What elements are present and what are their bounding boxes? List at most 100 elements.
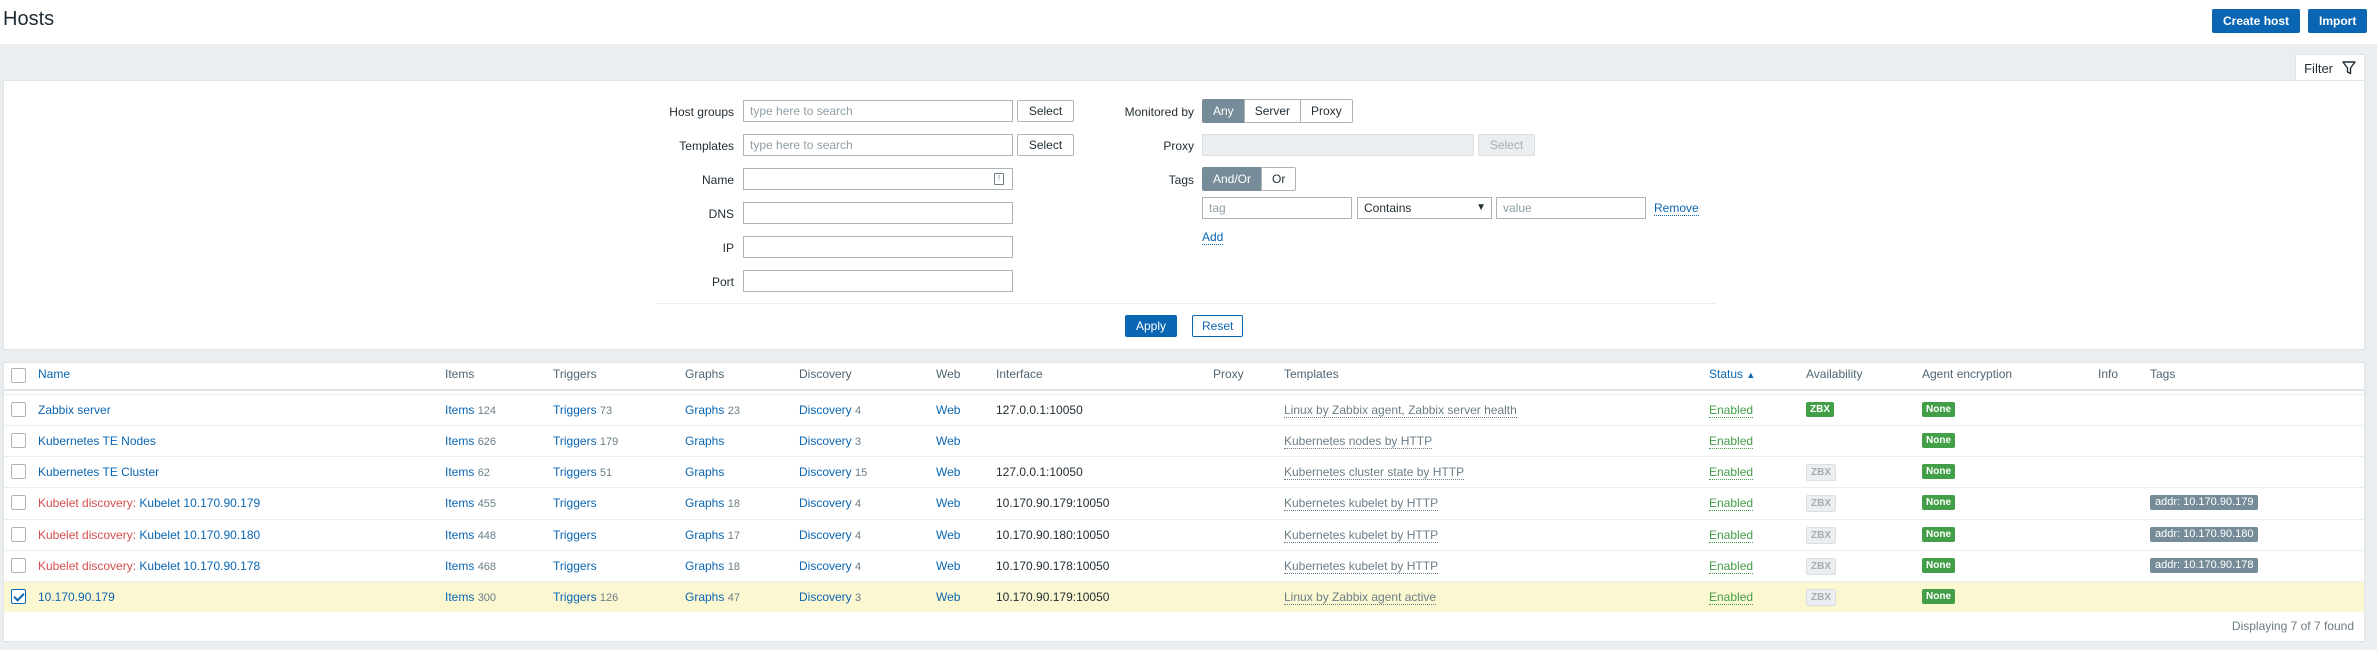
items-link[interactable]: Items <box>445 496 474 510</box>
host-tag[interactable]: addr: 10.170.90.179 <box>2150 495 2259 510</box>
web-link[interactable]: Web <box>936 559 960 573</box>
discovery-link[interactable]: Discovery <box>799 496 852 510</box>
graphs-link[interactable]: Graphs <box>685 434 724 448</box>
items-link[interactable]: Items <box>445 559 474 573</box>
discovery-rule-link[interactable]: Kubelet discovery <box>38 496 133 510</box>
host-name-link[interactable]: Kubernetes TE Cluster <box>38 465 159 479</box>
status-toggle[interactable]: Enabled <box>1709 403 1754 418</box>
status-toggle[interactable]: Enabled <box>1709 528 1754 543</box>
tag-add-link[interactable]: Add <box>1202 231 1224 245</box>
reset-button[interactable]: Reset <box>1192 315 1244 337</box>
status-toggle[interactable]: Enabled <box>1709 590 1754 605</box>
template-link[interactable]: Kubernetes cluster state by HTTP <box>1284 465 1465 480</box>
triggers-link[interactable]: Triggers <box>553 590 597 604</box>
tags-and-or[interactable]: And/Or <box>1202 167 1263 191</box>
monitored-by-server[interactable]: Server <box>1243 99 1302 123</box>
status-toggle[interactable]: Enabled <box>1709 434 1754 449</box>
templates-input[interactable] <box>743 134 1013 156</box>
row-checkbox[interactable] <box>11 558 26 573</box>
tag-remove-link[interactable]: Remove <box>1654 202 1699 216</box>
discovery-link[interactable]: Discovery <box>799 403 852 417</box>
status-toggle[interactable]: Enabled <box>1709 465 1754 480</box>
port-input[interactable] <box>743 270 1013 292</box>
import-button[interactable]: Import <box>2308 9 2368 33</box>
templates-select-button[interactable]: Select <box>1017 134 1074 156</box>
web-link[interactable]: Web <box>936 434 960 448</box>
host-name-link[interactable]: 10.170.90.179 <box>38 590 115 604</box>
template-link[interactable]: Linux by Zabbix agent, Zabbix server hea… <box>1284 403 1517 418</box>
host-tag[interactable]: addr: 10.170.90.180 <box>2150 527 2259 542</box>
column-header-name[interactable]: Name <box>38 367 70 381</box>
tag-name-input[interactable] <box>1202 197 1352 219</box>
host-name-link[interactable]: Kubelet 10.170.90.180 <box>139 528 260 542</box>
discovery-link[interactable]: Discovery <box>799 434 852 448</box>
web-link[interactable]: Web <box>936 528 960 542</box>
items-link[interactable]: Items <box>445 465 474 479</box>
template-link[interactable]: Linux by Zabbix agent active <box>1284 590 1437 605</box>
row-checkbox[interactable] <box>11 589 26 604</box>
template-link[interactable]: Kubernetes kubelet by HTTP <box>1284 559 1439 574</box>
host-name-link[interactable]: Zabbix server <box>38 403 111 417</box>
web-link[interactable]: Web <box>936 465 960 479</box>
items-link[interactable]: Items <box>445 590 474 604</box>
discovery-link[interactable]: Discovery <box>799 590 852 604</box>
graphs-link[interactable]: Graphs <box>685 403 724 417</box>
row-checkbox[interactable] <box>11 527 26 542</box>
items-link[interactable]: Items <box>445 528 474 542</box>
monitored-by-any[interactable]: Any <box>1202 99 1245 123</box>
triggers-link[interactable]: Triggers <box>553 496 597 510</box>
discovery-rule-link[interactable]: Kubelet discovery <box>38 559 133 573</box>
create-host-button[interactable]: Create host <box>2212 9 2301 33</box>
triggers-link[interactable]: Triggers <box>553 403 597 417</box>
host-name-link[interactable]: Kubelet 10.170.90.178 <box>139 559 260 573</box>
column-header-status[interactable]: Status ▲ <box>1709 367 1755 381</box>
template-link[interactable]: Kubernetes kubelet by HTTP <box>1284 528 1439 543</box>
discovery-count: 4 <box>855 498 862 510</box>
graphs-link[interactable]: Graphs <box>685 528 724 542</box>
status-cell: Enabled <box>1709 528 1754 543</box>
host-groups-select-button[interactable]: Select <box>1017 100 1074 122</box>
triggers-link[interactable]: Triggers <box>553 465 597 479</box>
monitored-by-proxy[interactable]: Proxy <box>1300 99 1353 123</box>
web-link[interactable]: Web <box>936 590 960 604</box>
tags-or[interactable]: Or <box>1261 167 1297 191</box>
tag-value-input[interactable] <box>1496 197 1646 219</box>
graphs-link[interactable]: Graphs <box>685 496 724 510</box>
web-link[interactable]: Web <box>936 403 960 417</box>
discovery-link[interactable]: Discovery <box>799 465 852 479</box>
host-name-link[interactable]: Kubernetes TE Nodes <box>38 434 156 448</box>
tag-operator-select[interactable]: Contains ▼ <box>1357 197 1492 219</box>
filter-icon <box>2342 61 2356 75</box>
triggers-link[interactable]: Triggers <box>553 559 597 573</box>
status-toggle[interactable]: Enabled <box>1709 496 1754 511</box>
row-checkbox[interactable] <box>11 402 26 417</box>
graphs-link[interactable]: Graphs <box>685 590 724 604</box>
triggers-link[interactable]: Triggers <box>553 528 597 542</box>
dns-input[interactable] <box>743 202 1013 224</box>
host-name-link[interactable]: Kubelet 10.170.90.179 <box>139 496 260 510</box>
discovery-link[interactable]: Discovery <box>799 559 852 573</box>
availability-badge: ZBX <box>1806 589 1836 606</box>
row-checkbox[interactable] <box>11 433 26 448</box>
template-link[interactable]: Kubernetes kubelet by HTTP <box>1284 496 1439 511</box>
row-checkbox[interactable] <box>11 464 26 479</box>
triggers-link[interactable]: Triggers <box>553 434 597 448</box>
status-toggle[interactable]: Enabled <box>1709 559 1754 574</box>
web-link[interactable]: Web <box>936 496 960 510</box>
discovery-link[interactable]: Discovery <box>799 528 852 542</box>
host-groups-input[interactable] <box>743 100 1013 122</box>
items-link[interactable]: Items <box>445 403 474 417</box>
items-count: 468 <box>477 561 497 573</box>
select-all-checkbox[interactable] <box>11 368 26 383</box>
apply-button[interactable]: Apply <box>1125 315 1178 337</box>
ip-input[interactable] <box>743 236 1013 258</box>
template-link[interactable]: Kubernetes nodes by HTTP <box>1284 434 1433 449</box>
graphs-link[interactable]: Graphs <box>685 465 724 479</box>
name-input[interactable] <box>743 168 1013 190</box>
items-link[interactable]: Items <box>445 434 474 448</box>
discovery-rule-link[interactable]: Kubelet discovery <box>38 528 133 542</box>
host-tag[interactable]: addr: 10.170.90.178 <box>2150 558 2259 573</box>
graphs-link[interactable]: Graphs <box>685 559 724 573</box>
filter-tab[interactable]: Filter <box>2295 54 2365 81</box>
row-checkbox[interactable] <box>11 495 26 510</box>
